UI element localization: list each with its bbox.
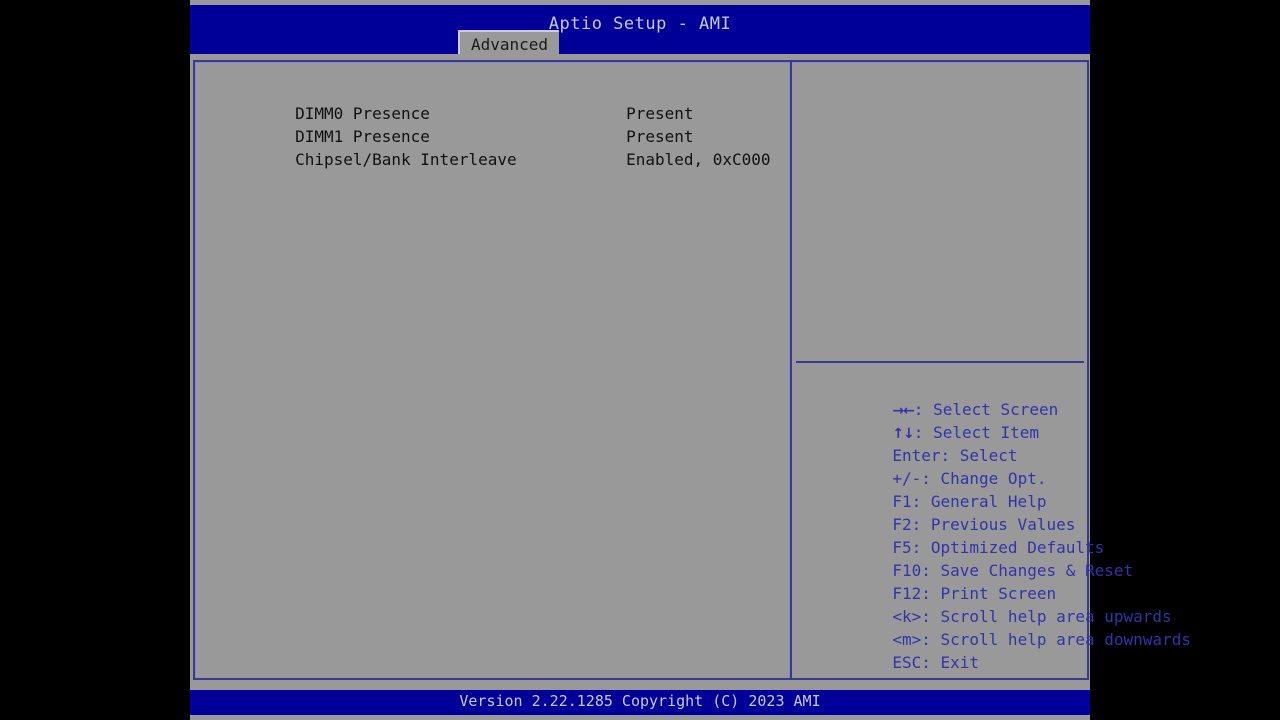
help-key: Enter (892, 446, 941, 465)
help-text: General Help (930, 492, 1047, 511)
help-sep: : (911, 538, 931, 557)
help-sep: : (921, 607, 941, 626)
help-sep: : (921, 561, 941, 580)
help-key: F12 (892, 584, 922, 603)
left-right-arrows-icon: →← (892, 403, 914, 419)
setting-value: Enabled, 0xC000 (626, 150, 771, 169)
help-key: F1 (892, 492, 912, 511)
setting-row-dimm0-presence[interactable]: DIMM0 Presence Present (218, 79, 787, 123)
setting-label: Chipsel/Bank Interleave (295, 150, 517, 169)
help-text: Exit (940, 653, 980, 672)
help-text: Previous Values (930, 515, 1076, 534)
help-row-select-screen: →←: Select Screen (796, 375, 1087, 419)
settings-pane: DIMM0 Presence Present DIMM1 Presence Pres… (195, 62, 787, 678)
help-pane: →←: Select Screen ↑↓: Select Item Enter:… (792, 62, 1191, 678)
help-text: Optimized Defaults (930, 538, 1105, 557)
setting-row-chipsel-bank-interleave[interactable]: Chipsel/Bank Interleave Enabled, 0xC000 (218, 125, 787, 169)
help-sep: : (921, 469, 941, 488)
help-text: Scroll help area downwards (940, 630, 1191, 649)
help-sep: : (913, 423, 934, 442)
bios-screen: Aptio Setup - AMI Advanced DIMM0 Presenc… (190, 0, 1191, 720)
help-sep: : (940, 446, 960, 465)
help-sep: : (911, 492, 931, 511)
help-key: F5 (892, 538, 912, 557)
help-separator (796, 361, 1084, 363)
help-text: Select Screen (933, 400, 1059, 419)
help-text: Select (959, 446, 1018, 465)
help-key: F2 (892, 515, 912, 534)
footer-bar: Version 2.22.1285 Copyright (C) 2023 AMI (190, 690, 1090, 715)
help-key: <m> (892, 630, 922, 649)
help-text: Print Screen (940, 584, 1057, 603)
help-sep: : (921, 630, 941, 649)
help-key: ESC (892, 653, 922, 672)
setting-row-dimm1-presence[interactable]: DIMM1 Presence Present (218, 102, 787, 146)
help-text: Select Item (933, 423, 1040, 442)
tab-strip: Advanced (190, 30, 1090, 54)
help-text: Scroll help area upwards (940, 607, 1172, 626)
help-text: Change Opt. (940, 469, 1047, 488)
help-text: Save Changes & Reset (940, 561, 1134, 580)
help-sep: : (921, 653, 941, 672)
help-sep: : (921, 584, 941, 603)
tab-advanced[interactable]: Advanced (458, 30, 560, 54)
version-text: Version 2.22.1285 Copyright (C) 2023 AMI (459, 692, 821, 710)
help-key: +/- (892, 469, 922, 488)
help-sep: : (913, 400, 934, 419)
help-sep: : (911, 515, 931, 534)
main-frame: DIMM0 Presence Present DIMM1 Presence Pres… (193, 60, 1191, 680)
up-down-arrows-icon: ↑↓ (892, 426, 914, 442)
help-key-legend: →←: Select Screen ↑↓: Select Item Enter:… (796, 375, 1191, 672)
help-key: F10 (892, 561, 922, 580)
help-key: <k> (892, 607, 922, 626)
